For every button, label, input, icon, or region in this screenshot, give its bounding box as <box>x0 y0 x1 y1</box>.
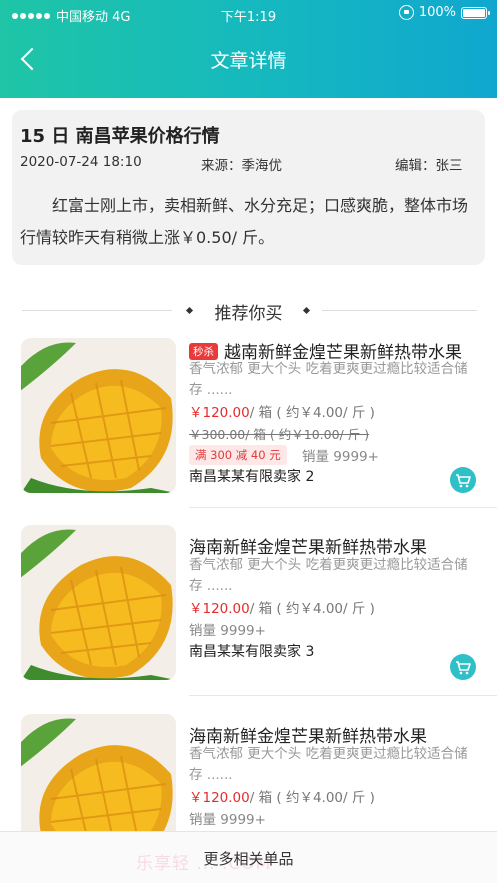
mango-image <box>21 525 176 680</box>
add-to-cart-button[interactable] <box>450 654 476 680</box>
product-image[interactable] <box>21 525 176 680</box>
sales-count: 销量 9999+ <box>302 449 379 465</box>
original-price: ￥300.00/ 箱 ( 约￥10.00/ 斤 ) <box>189 427 370 442</box>
article-body: 红富士刚上市，卖相新鲜、水分充足；口感爽脆，整体市场行情较昨天有稍微上涨￥0.5… <box>20 196 469 247</box>
price-unit: / 箱 ( 约￥4.00/ 斤 ) <box>249 790 375 806</box>
flash-sale-badge: 秒杀 <box>189 343 218 360</box>
recommend-title: 推荐你买 <box>214 304 283 324</box>
battery-percent: 100% <box>418 5 456 20</box>
recommend-section-header: 推荐你买 <box>0 298 497 324</box>
product-price: ￥120.00/ 箱 ( 约￥4.00/ 斤 ) <box>189 401 375 421</box>
status-bar: 中国移动 4G 下午1:19 100% <box>0 0 497 28</box>
product-price: ￥120.00/ 箱 ( 约￥4.00/ 斤 ) <box>189 786 375 806</box>
article-title: 15 日 南昌苹果价格行情 <box>20 126 220 147</box>
price-value: ￥120.00 <box>189 601 250 617</box>
rotation-lock-icon <box>398 5 414 20</box>
sales-count: 销量 9999+ <box>189 812 266 828</box>
coupon-badge[interactable]: 满 300 减 40 元 <box>189 445 287 465</box>
divider <box>189 507 497 508</box>
article-date: 2020-07-24 18:10 <box>20 154 142 170</box>
price-value: ￥120.00 <box>189 790 250 806</box>
battery-icon <box>461 6 490 19</box>
product-description: 香气浓郁 更大个头 吃着更爽更过瘾比较适合储存 ...... <box>189 746 468 783</box>
shopping-cart-icon <box>456 661 471 675</box>
article-editor: 编辑：张三 <box>395 158 463 174</box>
product-price: ￥120.00/ 箱 ( 约￥4.00/ 斤 ) <box>189 597 375 617</box>
price-unit: / 箱 ( 约￥4.00/ 斤 ) <box>249 405 375 421</box>
seller-name[interactable]: 南昌某某有限卖家 3 <box>189 641 314 661</box>
article-card: 15 日 南昌苹果价格行情 2020-07-24 18:10 来源：季海优 编辑… <box>12 110 485 265</box>
product-description: 香气浓郁 更大个头 吃着更爽更过瘾比较适合储存 ...... <box>189 361 468 398</box>
divider <box>189 695 497 696</box>
product-description: 香气浓郁 更大个头 吃着更爽更过瘾比较适合储存 ...... <box>189 557 468 594</box>
seller-name[interactable]: 南昌某某有限卖家 2 <box>189 466 314 486</box>
page-title: 文章详情 <box>210 50 287 72</box>
product-image[interactable] <box>21 338 176 493</box>
section-line-right <box>322 310 477 311</box>
price-value: ￥120.00 <box>189 405 250 421</box>
more-products-bar[interactable]: 乐享轻 ... .COM 更多相关单品 <box>0 831 497 883</box>
more-products-button[interactable]: 更多相关单品 <box>0 848 497 869</box>
price-unit: / 箱 ( 约￥4.00/ 斤 ) <box>249 601 375 617</box>
mango-image <box>21 338 176 493</box>
shopping-cart-icon <box>456 474 471 488</box>
app-header: 中国移动 4G 下午1:19 100% 文章详情 <box>0 0 497 98</box>
sales-count: 销量 9999+ <box>189 623 266 639</box>
article-source: 来源：季海优 <box>201 158 282 174</box>
add-to-cart-button[interactable] <box>450 467 476 493</box>
